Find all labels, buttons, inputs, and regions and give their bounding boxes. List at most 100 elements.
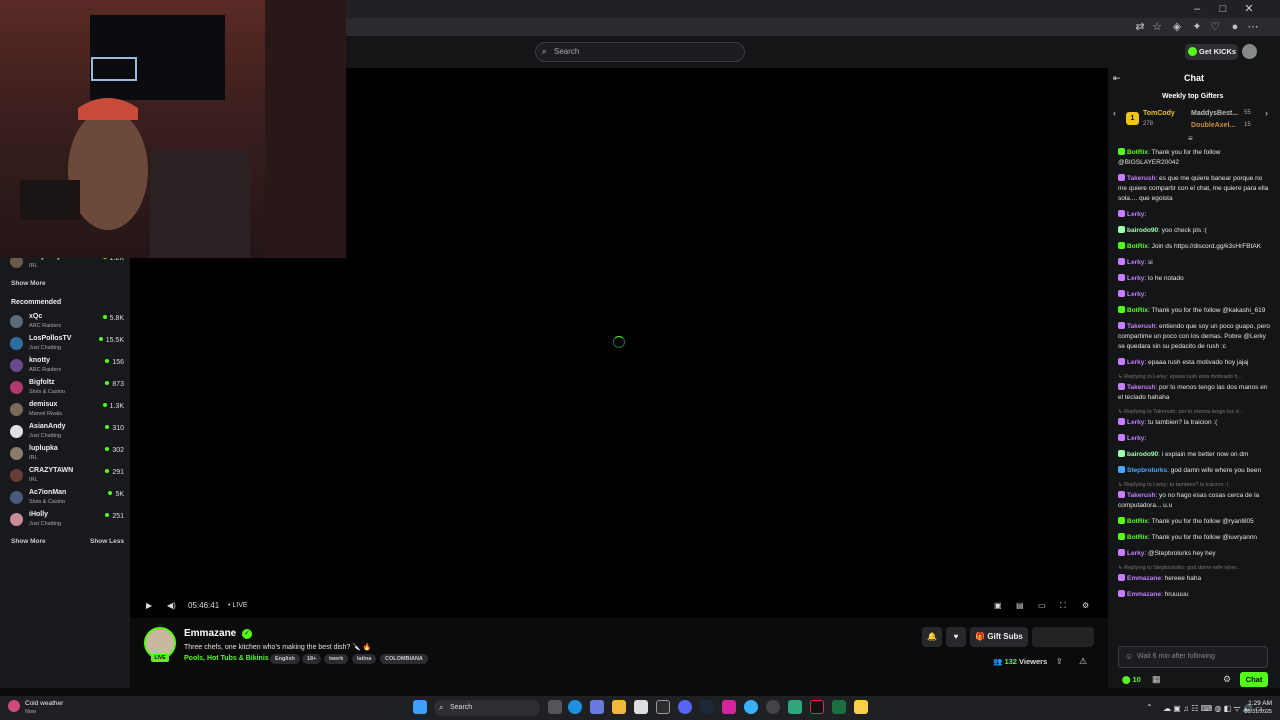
chat-message[interactable]: BotRix: Thank you for the follow @kakash… — [1118, 306, 1270, 316]
chrome-icon[interactable] — [656, 700, 670, 714]
chat-message[interactable]: Lerky: epaaa rush esta motivado hoy jaja… — [1118, 358, 1270, 368]
gifters-next-icon[interactable]: › — [1265, 108, 1268, 118]
chat-message[interactable]: BotRix: Join ds https://discord.gg/k3sHr… — [1118, 242, 1270, 252]
sticky-notes-icon[interactable] — [854, 700, 868, 714]
miniplayer-icon[interactable]: ▣ — [994, 600, 1002, 612]
sidebar-item-channel[interactable]: demisux Marvel Rivals 1.3K — [10, 400, 124, 420]
volume-icon[interactable]: ◀) — [167, 600, 176, 612]
chat-message[interactable]: bairodo90: i explain me better now on dm — [1118, 450, 1270, 460]
chat-message[interactable]: Takerush: yo no hago esas cosas cerca de… — [1118, 491, 1270, 511]
chat-message[interactable]: Lerky: — [1118, 210, 1270, 220]
chat-message[interactable]: Emmazane: hereee haha — [1118, 574, 1270, 584]
store-icon[interactable]: ▦ — [1152, 674, 1161, 685]
chat-message[interactable]: Lerky: @Stepbrolurks hey hey — [1118, 549, 1270, 559]
theater-mode-icon[interactable]: ▤ — [1016, 600, 1024, 612]
chat-username[interactable]: bairodo90 — [1127, 227, 1158, 234]
tag-chip[interactable]: 18+ — [302, 654, 322, 664]
chat-message[interactable]: Lerky: — [1118, 434, 1270, 444]
chat-message[interactable]: Takerush: por lo menos tengo las dos man… — [1118, 383, 1270, 403]
fullscreen-icon[interactable]: ⛶ — [1060, 600, 1066, 612]
chat-message[interactable]: Emmazane: hruuuuu — [1118, 590, 1270, 600]
user-avatar[interactable] — [1242, 44, 1257, 59]
chat-username[interactable]: Stepbrolurks — [1127, 467, 1167, 474]
gifter-name[interactable]: DoubleAxel... — [1191, 122, 1235, 129]
tray-overflow-icon[interactable]: ⌃ — [1146, 703, 1153, 712]
chat-message[interactable]: BotRix: Thank you for the follow @ryanl8… — [1118, 517, 1270, 527]
bookmark-star-icon[interactable]: ☆ — [1150, 20, 1164, 34]
get-kicks-button[interactable]: Get KICKs — [1185, 44, 1238, 60]
sidebar-item-channel[interactable]: AsianAndy Just Chatting 310 — [10, 422, 124, 442]
favorite-heart-icon[interactable]: ♥ — [946, 627, 966, 647]
extensions-puzzle-icon[interactable]: ✦ — [1190, 20, 1204, 34]
show-more-link[interactable]: Show More — [11, 280, 46, 287]
discord-icon[interactable] — [678, 700, 692, 714]
chat-username[interactable]: BotRix — [1127, 518, 1148, 525]
chat-username[interactable]: Lerky — [1127, 419, 1144, 426]
notification-bell-icon[interactable]: 🔔 — [922, 627, 942, 647]
chat-username[interactable]: Lerky — [1127, 359, 1144, 366]
chat-message[interactable]: Lerky: si — [1118, 258, 1270, 268]
sidebar-item-channel[interactable]: LosPollosTV Just Chatting 15.5K — [10, 334, 124, 354]
emote-icon[interactable]: ☺ — [1125, 647, 1133, 667]
play-icon[interactable]: ▶ — [146, 600, 152, 612]
collapse-chat-icon[interactable]: ⇤ — [1113, 73, 1121, 84]
chat-username[interactable]: Emmazane — [1127, 575, 1161, 582]
copilot-icon[interactable] — [590, 700, 604, 714]
gifters-prev-icon[interactable]: ‹ — [1113, 108, 1116, 118]
minimize-button[interactable]: – — [1190, 2, 1204, 16]
extension-icon[interactable]: ◈ — [1170, 20, 1184, 34]
chat-message[interactable]: BotRix: Thank you for the follow @iuvrya… — [1118, 533, 1270, 543]
tiktok-icon[interactable] — [810, 700, 824, 714]
weather-title[interactable]: Cold weather — [25, 700, 63, 707]
stream-category-link[interactable]: Pools, Hot Tubs & Bikinis — [184, 655, 269, 662]
chat-username[interactable]: Lerky — [1127, 550, 1144, 557]
close-window-button[interactable]: ✕ — [1242, 2, 1256, 16]
subscribe-button[interactable] — [1032, 627, 1094, 647]
clock-date[interactable]: 10/31/2025 — [1236, 709, 1272, 715]
profile-icon[interactable]: ● — [1228, 20, 1242, 34]
chat-username[interactable]: Lerky — [1127, 211, 1144, 218]
chat-username[interactable]: Takerush — [1127, 323, 1155, 330]
gifter-name[interactable]: MaddysBest... — [1191, 110, 1238, 117]
channel-points[interactable]: ⬤ 10 — [1122, 675, 1141, 684]
task-view-icon[interactable] — [548, 700, 562, 714]
tag-chip[interactable]: latina — [352, 654, 377, 664]
show-less-link[interactable]: Show Less — [90, 538, 124, 545]
settings-gear-icon[interactable]: ⚙ — [1082, 600, 1089, 612]
edge-browser-icon[interactable] — [568, 700, 582, 714]
sidebar-item-channel[interactable]: Ac7ionMan Slots & Casino 5K — [10, 488, 124, 508]
share-icon[interactable]: ⇪ — [1056, 657, 1063, 666]
chat-message[interactable]: Takerush: es que me quiere banear porque… — [1118, 174, 1270, 204]
chat-message-input[interactable]: ☺ Wait 6 min after following — [1118, 646, 1268, 668]
tag-chip[interactable]: twerk — [324, 654, 349, 664]
report-warning-icon[interactable]: ⚠ — [1079, 656, 1087, 667]
steam-icon[interactable] — [700, 700, 714, 714]
chatgpt-icon[interactable] — [766, 700, 780, 714]
chat-settings-gear-icon[interactable]: ⚙ — [1223, 674, 1231, 685]
chat-username[interactable]: BotRix — [1127, 307, 1148, 314]
channel-name[interactable]: Emmazane — [184, 628, 236, 639]
instagram-icon[interactable] — [722, 700, 736, 714]
chat-username[interactable]: Lerky — [1127, 435, 1144, 442]
sidebar-item-channel[interactable]: CRAZYTAWN IRL 291 — [10, 466, 124, 486]
show-more-link[interactable]: Show More — [11, 538, 46, 545]
file-explorer-icon[interactable] — [612, 700, 626, 714]
clock-time[interactable]: 1:29 AM — [1236, 700, 1272, 707]
chat-message[interactable]: BotRix: Thank you for the follow @BIGSLA… — [1118, 148, 1270, 168]
app-icon[interactable] — [788, 700, 802, 714]
chat-username[interactable]: Takerush — [1127, 492, 1155, 499]
sidebar-item-channel[interactable]: xQc ARC Raiders 5.8K — [10, 312, 124, 332]
sidebar-item-channel[interactable]: luplupka IRL 302 — [10, 444, 124, 464]
sidebar-item-channel[interactable]: iHolly Just Chatting 251 — [10, 510, 124, 530]
windows-start-icon[interactable] — [413, 700, 427, 714]
chat-message[interactable]: Lerky: tu tambien? la traicion :( — [1118, 418, 1270, 428]
chat-username[interactable]: bairodo90 — [1127, 451, 1158, 458]
taskbar-search-input[interactable]: ⌕ Search — [434, 700, 540, 716]
pinned-toggle-icon[interactable]: ≡ — [1188, 134, 1193, 143]
chat-username[interactable]: Takerush — [1127, 384, 1155, 391]
sidebar-item-channel[interactable]: knotty ARC Raiders 156 — [10, 356, 124, 376]
chat-username[interactable]: BotRix — [1127, 243, 1148, 250]
translate-icon[interactable]: ⇄ — [1133, 20, 1147, 34]
more-menu-icon[interactable]: ⋯ — [1246, 20, 1260, 34]
maximize-button[interactable]: □ — [1216, 2, 1230, 16]
